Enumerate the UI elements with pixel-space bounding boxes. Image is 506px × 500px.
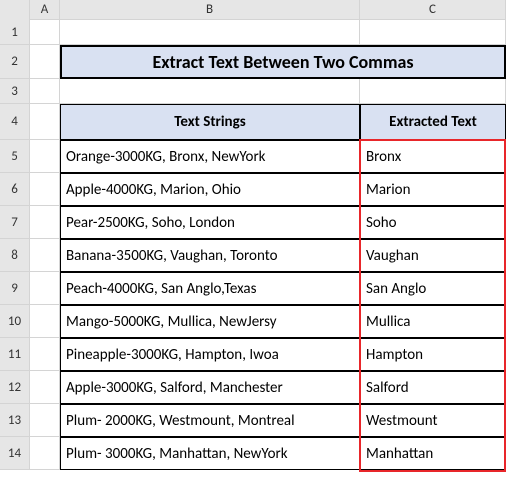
row-header-6[interactable]: 6 <box>0 173 30 206</box>
cell-C9[interactable]: San Anglo <box>360 272 506 305</box>
row-header-11[interactable]: 11 <box>0 338 30 371</box>
row-header-10[interactable]: 10 <box>0 305 30 338</box>
cell-C3[interactable] <box>360 79 506 104</box>
row-header-14[interactable]: 14 <box>0 437 30 470</box>
cell-A7[interactable] <box>30 206 60 239</box>
row-header-5[interactable]: 5 <box>0 140 30 173</box>
cell-A2[interactable] <box>30 45 60 79</box>
cell-C10[interactable]: Mullica <box>360 305 506 338</box>
cell-A12[interactable] <box>30 371 60 404</box>
cell-B6[interactable]: Apple-4000KG, Marion, Ohio <box>60 173 360 206</box>
cell-C14[interactable]: Manhattan <box>360 437 506 470</box>
row-header-2[interactable]: 2 <box>0 45 30 79</box>
cell-C13[interactable]: Westmount <box>360 404 506 437</box>
col-header-C[interactable]: C <box>360 0 506 19</box>
row-header-9[interactable]: 9 <box>0 272 30 305</box>
cell-B7[interactable]: Pear-2500KG, Soho, London <box>60 206 360 239</box>
cell-A10[interactable] <box>30 305 60 338</box>
column-headers: A B C <box>0 0 506 20</box>
cell-B1[interactable] <box>60 20 360 45</box>
cell-A6[interactable] <box>30 173 60 206</box>
row-8: 8 Banana-3500KG, Vaughan, Toronto Vaugha… <box>0 239 506 272</box>
row-6: 6 Apple-4000KG, Marion, Ohio Marion <box>0 173 506 206</box>
col-header-B[interactable]: B <box>60 0 360 19</box>
cell-B3[interactable] <box>60 79 360 104</box>
cell-B10[interactable]: Mango-5000KG, Mullica, NewJersy <box>60 305 360 338</box>
row-header-3[interactable]: 3 <box>0 79 30 104</box>
spreadsheet-grid: A B C 1 2 Extract Text Between Two Comma… <box>0 0 506 500</box>
cell-B9[interactable]: Peach-4000KG, San Anglo,Texas <box>60 272 360 305</box>
cell-B11[interactable]: Pineapple-3000KG, Hampton, Iwoa <box>60 338 360 371</box>
cell-C11[interactable]: Hampton <box>360 338 506 371</box>
cell-C8[interactable]: Vaughan <box>360 239 506 272</box>
row-header-1[interactable]: 1 <box>0 20 30 45</box>
row-7: 7 Pear-2500KG, Soho, London Soho <box>0 206 506 239</box>
cell-B5[interactable]: Orange-3000KG, Bronx, NewYork <box>60 140 360 173</box>
cell-A3[interactable] <box>30 79 60 104</box>
select-all-corner[interactable] <box>0 0 30 20</box>
cell-C5[interactable]: Bronx <box>360 140 506 173</box>
header-text-strings[interactable]: Text Strings <box>60 104 360 140</box>
cell-A8[interactable] <box>30 239 60 272</box>
header-extracted-text[interactable]: Extracted Text <box>360 104 506 140</box>
row-14: 14 Plum- 3000KG, Manhattan, NewYork Manh… <box>0 437 506 470</box>
row-header-7[interactable]: 7 <box>0 206 30 239</box>
cell-C1[interactable] <box>360 20 506 45</box>
cell-A11[interactable] <box>30 338 60 371</box>
row-header-8[interactable]: 8 <box>0 239 30 272</box>
row-5: 5 Orange-3000KG, Bronx, NewYork Bronx <box>0 140 506 173</box>
cell-B14[interactable]: Plum- 3000KG, Manhattan, NewYork <box>60 437 360 470</box>
cell-C6[interactable]: Marion <box>360 173 506 206</box>
row-4: 4 Text Strings Extracted Text <box>0 104 506 140</box>
row-2: 2 Extract Text Between Two Commas <box>0 45 506 79</box>
col-header-A[interactable]: A <box>30 0 60 19</box>
cell-A4[interactable] <box>30 104 60 140</box>
row-13: 13 Plum- 2000KG, Westmount, Montreal Wes… <box>0 404 506 437</box>
row-header-12[interactable]: 12 <box>0 371 30 404</box>
row-1: 1 <box>0 20 506 45</box>
row-3: 3 <box>0 79 506 104</box>
cell-A9[interactable] <box>30 272 60 305</box>
cell-B13[interactable]: Plum- 2000KG, Westmount, Montreal <box>60 404 360 437</box>
cell-A14[interactable] <box>30 437 60 470</box>
row-10: 10 Mango-5000KG, Mullica, NewJersy Mulli… <box>0 305 506 338</box>
row-12: 12 Apple-3000KG, Salford, Manchester Sal… <box>0 371 506 404</box>
cell-A5[interactable] <box>30 140 60 173</box>
row-9: 9 Peach-4000KG, San Anglo,Texas San Angl… <box>0 272 506 305</box>
row-header-4[interactable]: 4 <box>0 104 30 140</box>
cell-B8[interactable]: Banana-3500KG, Vaughan, Toronto <box>60 239 360 272</box>
cell-A1[interactable] <box>30 20 60 45</box>
row-11: 11 Pineapple-3000KG, Hampton, Iwoa Hampt… <box>0 338 506 371</box>
cell-B12[interactable]: Apple-3000KG, Salford, Manchester <box>60 371 360 404</box>
title-cell[interactable]: Extract Text Between Two Commas <box>60 45 506 79</box>
cell-C7[interactable]: Soho <box>360 206 506 239</box>
cell-C12[interactable]: Salford <box>360 371 506 404</box>
row-header-13[interactable]: 13 <box>0 404 30 437</box>
cell-A13[interactable] <box>30 404 60 437</box>
